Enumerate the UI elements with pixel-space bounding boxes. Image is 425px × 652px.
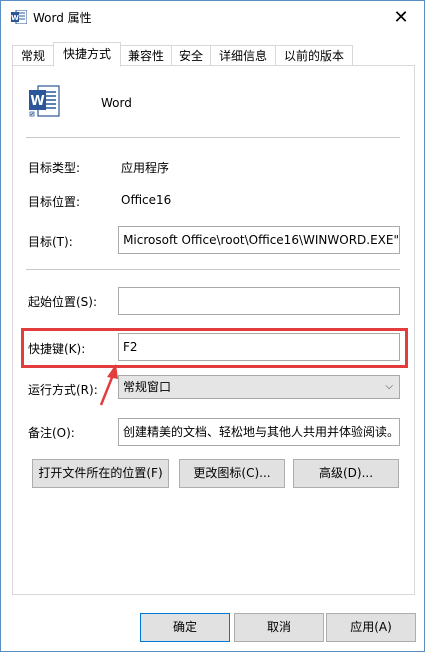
- open-file-location-button[interactable]: 打开文件所在的位置(F): [32, 459, 169, 488]
- tab-details[interactable]: 详细信息: [210, 45, 276, 65]
- divider: [26, 137, 400, 138]
- tab-security[interactable]: 安全: [171, 45, 211, 65]
- tab-compatibility[interactable]: 兼容性: [120, 45, 172, 65]
- tab-general[interactable]: 常规: [12, 45, 54, 65]
- shortcut-key-input[interactable]: F2: [118, 333, 400, 361]
- properties-window: W Word 属性 ✕ 常规 快捷方式 兼容性 安全 详细信息 以前的版本 W …: [0, 0, 425, 652]
- run-label: 运行方式(R):: [28, 383, 98, 397]
- app-name: Word: [101, 96, 132, 110]
- ok-button[interactable]: 确定: [140, 613, 230, 642]
- word-app-icon: W: [29, 85, 60, 117]
- target-location-label: 目标位置:: [28, 195, 81, 209]
- close-icon: ✕: [393, 6, 409, 28]
- red-arrow-annotation: [99, 364, 118, 406]
- svg-text:W: W: [30, 94, 44, 109]
- target-input-text: Microsoft Office\root\Office16\WINWORD.E…: [123, 233, 399, 247]
- divider: [26, 269, 400, 270]
- target-type-value: 应用程序: [121, 161, 170, 175]
- shortcut-key-label: 快捷键(K):: [28, 342, 86, 356]
- title-bar[interactable]: W Word 属性 ✕: [1, 1, 424, 33]
- run-select[interactable]: 常规窗口 ⌵: [118, 375, 400, 399]
- run-select-value: 常规窗口: [123, 380, 172, 394]
- start-in-label: 起始位置(S):: [28, 295, 98, 309]
- window-title: Word 属性: [33, 11, 92, 25]
- word-icon: W: [11, 10, 27, 24]
- close-button[interactable]: ✕: [378, 1, 424, 33]
- chevron-down-icon: ⌵: [385, 381, 393, 392]
- start-in-input[interactable]: [118, 287, 400, 315]
- cancel-button[interactable]: 取消: [234, 613, 324, 642]
- apply-button[interactable]: 应用(A): [326, 613, 416, 642]
- target-type-label: 目标类型:: [28, 161, 81, 175]
- target-input[interactable]: Microsoft Office\root\Office16\WINWORD.E…: [118, 226, 400, 254]
- change-icon-button[interactable]: 更改图标(C)...: [179, 459, 285, 488]
- tab-shortcut[interactable]: 快捷方式: [53, 42, 121, 67]
- target-location-value: Office16: [121, 193, 172, 207]
- tab-previous-versions[interactable]: 以前的版本: [275, 45, 353, 65]
- advanced-button[interactable]: 高级(D)...: [293, 459, 399, 488]
- target-label: 目标(T):: [28, 235, 73, 249]
- comment-label: 备注(O):: [28, 426, 75, 440]
- svg-text:W: W: [11, 14, 19, 22]
- comment-input[interactable]: 创建精美的文档、轻松地与其他人共用并体验阅读。: [118, 418, 400, 446]
